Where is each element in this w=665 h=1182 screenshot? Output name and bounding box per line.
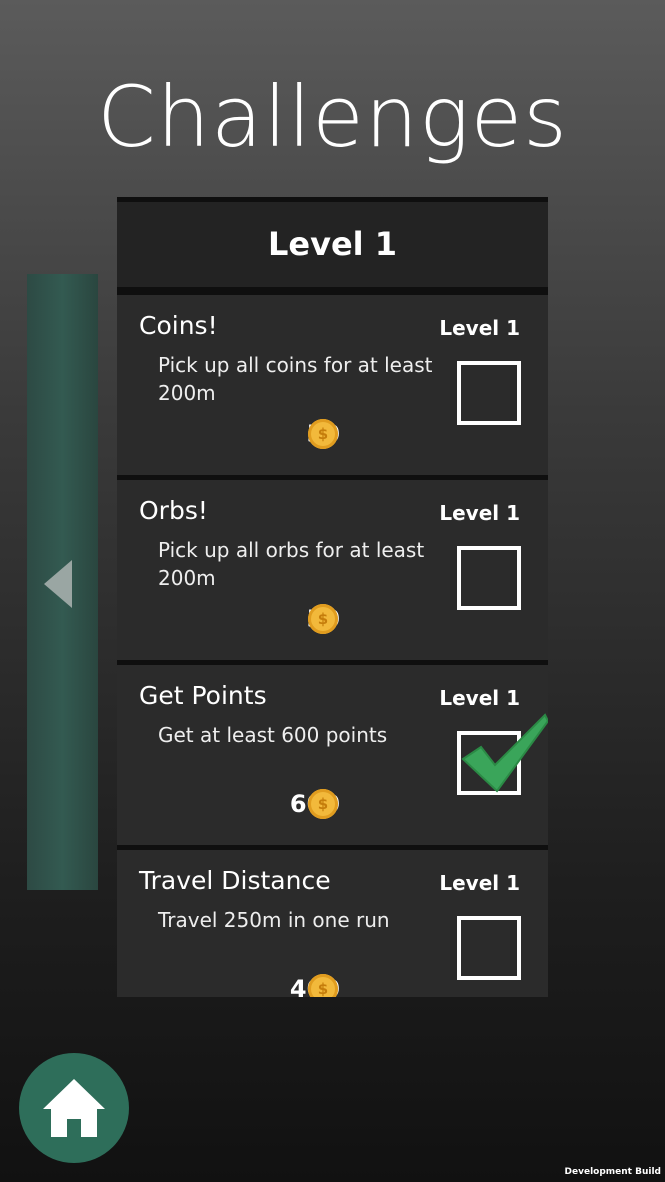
coin-icon: $ [308, 604, 338, 634]
completion-checkbox [457, 361, 521, 425]
coin-icon: $ [308, 974, 338, 997]
challenge-level: Level 1 [439, 501, 520, 525]
home-icon [43, 1079, 105, 1137]
challenge-name: Get Points [139, 681, 267, 710]
page-title: Challenges [97, 68, 568, 166]
completion-checkbox [457, 546, 521, 610]
level-header: Level 1 [117, 202, 548, 287]
coin-icon: $ [308, 789, 338, 819]
checkmark-icon [461, 713, 548, 793]
completion-checkbox [457, 916, 521, 980]
challenge-name: Orbs! [139, 496, 208, 525]
challenge-description: Pick up all orbs for at least 200m [158, 538, 425, 590]
challenge-level: Level 1 [439, 871, 520, 895]
challenge-list[interactable]: Level 1 Coins! Level 1 Pick up all coins… [117, 197, 548, 997]
development-build-label: Development Build [564, 1167, 661, 1177]
coin-icon: $ [308, 419, 338, 449]
chevron-left-icon [44, 560, 72, 608]
challenge-level: Level 1 [439, 316, 520, 340]
challenge-name: Travel Distance [139, 866, 331, 895]
challenge-name: Coins! [139, 311, 218, 340]
challenge-card-coins: Coins! Level 1 Pick up all coins for at … [117, 295, 548, 475]
challenge-description: Travel 250m in one run [158, 908, 390, 932]
home-button[interactable] [19, 1053, 129, 1163]
challenge-level: Level 1 [439, 686, 520, 710]
challenge-card-distance: Travel Distance Level 1 Travel 250m in o… [117, 850, 548, 997]
previous-page-button[interactable] [27, 274, 98, 890]
challenge-card-points: Get Points Level 1 Get at least 600 poin… [117, 665, 548, 845]
challenge-card-orbs: Orbs! Level 1 Pick up all orbs for at le… [117, 480, 548, 660]
challenge-description: Pick up all coins for at least 200m [158, 353, 433, 405]
challenge-description: Get at least 600 points [158, 723, 388, 747]
